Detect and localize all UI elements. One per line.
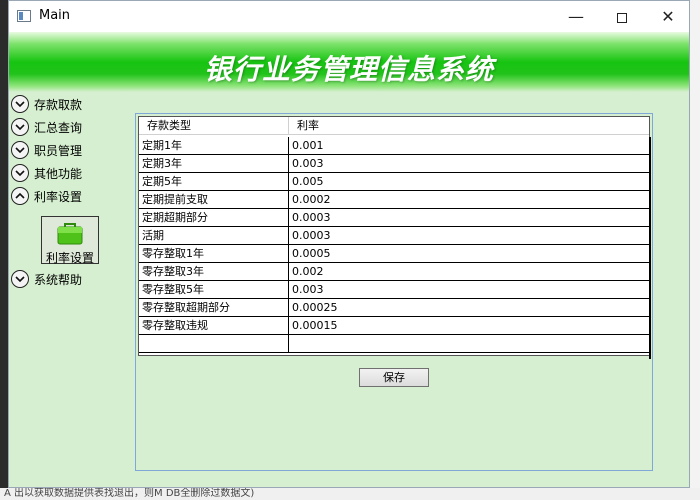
rate-cell[interactable]: 0.002 [289, 263, 649, 281]
sidebar-item-help[interactable]: 系统帮助 [11, 269, 82, 289]
deposit-type-cell[interactable]: 零存整取1年 [139, 245, 289, 263]
maximize-button[interactable] [599, 1, 645, 32]
deposit-type-cell[interactable]: 定期提前支取 [139, 191, 289, 209]
maximize-icon [617, 12, 627, 23]
rate-cell[interactable]: 0.003 [289, 155, 649, 173]
header-banner: 银行业务管理信息系统 [9, 32, 689, 92]
deposit-type-cell[interactable]: 活期 [139, 227, 289, 245]
table-row[interactable]: 零存整取3年 0.002 [139, 263, 649, 281]
close-icon: ✕ [661, 7, 675, 26]
table-row[interactable]: 零存整取超期部分 0.00025 [139, 299, 649, 317]
table-row[interactable]: 零存整取1年 0.0005 [139, 245, 649, 263]
chevron-down-icon[interactable] [11, 141, 29, 159]
sidebar-item-rate-settings[interactable]: 利率设置 [11, 186, 82, 206]
table-row[interactable]: 定期5年 0.005 [139, 173, 649, 191]
sidebar: 存款取款 汇总查询 职员管理 其他功能 利率设置 利率设置 系统帮助 [9, 92, 129, 292]
background-window-strip: 当 ux or or S S S S [690, 0, 700, 500]
chevron-down-icon[interactable] [11, 270, 29, 288]
sidebar-item-label: 职员管理 [34, 143, 83, 158]
deposit-type-cell[interactable]: 零存整取违规 [139, 317, 289, 335]
desktop: 当 ux or or S S S S A 出以获取数据提供表找退出，则M DB全… [0, 0, 700, 500]
column-header-deposit-type[interactable]: 存款类型 [139, 117, 289, 135]
rate-table[interactable]: 存款类型 利率 定期1年 0.001 定期3年 0.003 定期5年 0.005… [138, 116, 651, 359]
rate-cell[interactable]: 0.00015 [289, 317, 649, 335]
window-title: Main [39, 8, 71, 23]
table-row[interactable]: 零存整取违规 0.00015 [139, 317, 649, 335]
rate-cell[interactable]: 0.003 [289, 281, 649, 299]
rate-settings-tile[interactable]: 利率设置 [41, 216, 99, 265]
deposit-type-cell[interactable] [139, 335, 289, 353]
minimize-button[interactable]: — [553, 1, 599, 32]
background-console-text: A 出以获取数据提供表找退出，则M DB全删除过数据文) [0, 488, 700, 500]
save-button[interactable]: 保存 [359, 368, 429, 387]
rate-cell[interactable]: 0.00025 [289, 299, 649, 317]
table-row[interactable]: 定期1年 0.001 [139, 137, 649, 155]
sidebar-item-other[interactable]: 其他功能 [11, 163, 82, 183]
table-row[interactable]: 定期提前支取 0.0002 [139, 191, 649, 209]
deposit-type-cell[interactable]: 零存整取超期部分 [139, 299, 289, 317]
sidebar-item-label: 汇总查询 [34, 120, 83, 135]
app-window-icon [17, 10, 31, 22]
deposit-type-cell[interactable]: 零存整取3年 [139, 263, 289, 281]
rate-settings-tile-label: 利率设置 [45, 251, 94, 265]
background-terminal-strip [0, 0, 8, 500]
table-row[interactable]: 定期超期部分 0.0003 [139, 209, 649, 227]
grid-edge [649, 137, 651, 359]
chevron-down-icon[interactable] [11, 118, 29, 136]
rate-cell[interactable]: 0.0005 [289, 245, 649, 263]
title-bar[interactable]: Main — ✕ [9, 1, 689, 32]
rate-cell[interactable]: 0.001 [289, 137, 649, 155]
rate-settings-panel: 存款类型 利率 定期1年 0.001 定期3年 0.003 定期5年 0.005… [135, 113, 653, 471]
table-header-row: 存款类型 利率 [139, 117, 649, 135]
sidebar-item-label: 利率设置 [34, 189, 83, 204]
deposit-type-cell[interactable]: 定期3年 [139, 155, 289, 173]
green-bag-icon [57, 223, 83, 245]
sidebar-item-staff[interactable]: 职员管理 [11, 140, 82, 160]
table-row[interactable]: 活期 0.0003 [139, 227, 649, 245]
sidebar-item-deposit[interactable]: 存款取款 [11, 94, 82, 114]
deposit-type-cell[interactable]: 零存整取5年 [139, 281, 289, 299]
chevron-up-icon[interactable] [11, 187, 29, 205]
table-row[interactable]: 零存整取5年 0.003 [139, 281, 649, 299]
rate-cell[interactable] [289, 335, 649, 353]
close-button[interactable]: ✕ [645, 1, 691, 32]
deposit-type-cell[interactable]: 定期超期部分 [139, 209, 289, 227]
deposit-type-cell[interactable]: 定期1年 [139, 137, 289, 155]
column-header-rate[interactable]: 利率 [289, 117, 649, 135]
chevron-down-icon[interactable] [11, 95, 29, 113]
rate-cell[interactable]: 0.005 [289, 173, 649, 191]
rate-cell[interactable]: 0.0003 [289, 209, 649, 227]
chevron-down-icon[interactable] [11, 164, 29, 182]
rate-cell[interactable]: 0.0002 [289, 191, 649, 209]
sidebar-item-label: 系统帮助 [34, 272, 83, 287]
table-row-new[interactable] [139, 335, 649, 353]
sidebar-item-summary[interactable]: 汇总查询 [11, 117, 82, 137]
table-row[interactable]: 定期3年 0.003 [139, 155, 649, 173]
sidebar-item-label: 存款取款 [34, 97, 83, 112]
deposit-type-cell[interactable]: 定期5年 [139, 173, 289, 191]
sidebar-item-label: 其他功能 [34, 166, 83, 181]
minimize-icon: — [568, 7, 584, 26]
rate-cell[interactable]: 0.0003 [289, 227, 649, 245]
main-window: Main — ✕ 银行业务管理信息系统 存款取款 汇总查询 职员管理 其他功能 … [8, 0, 690, 488]
app-title: 银行业务管理信息系统 [203, 53, 494, 86]
